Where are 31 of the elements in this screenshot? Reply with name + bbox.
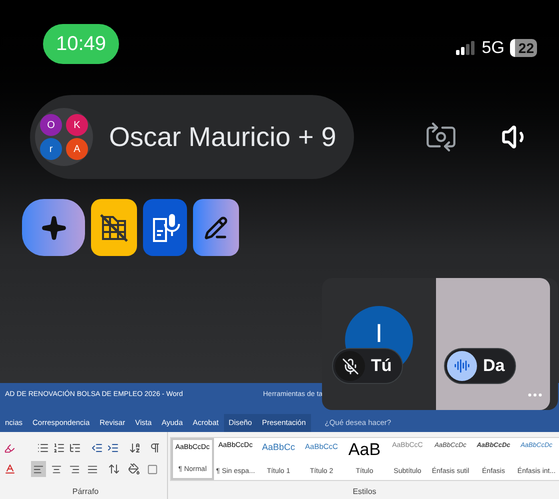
participant-avatar: r	[40, 138, 62, 160]
sort-icon[interactable]	[129, 442, 141, 454]
call-header[interactable]: O K r A Oscar Mauricio + 9	[30, 95, 354, 179]
numbered-list-icon[interactable]	[53, 442, 65, 454]
group-label: Estilos	[352, 486, 378, 498]
multilevel-list-icon[interactable]	[69, 442, 81, 454]
pencil-sparkle-app-icon[interactable]	[193, 199, 239, 256]
shading-icon[interactable]	[128, 463, 140, 475]
network-label: 5G	[482, 37, 504, 60]
group-label: Párrafo	[71, 486, 100, 498]
signal-icon	[456, 41, 476, 55]
time-pill: 10:49	[43, 24, 120, 64]
borders-icon[interactable]	[147, 464, 158, 474]
participant-avatar: O	[40, 114, 62, 136]
participant-name: Da	[483, 355, 505, 378]
participant-avatar: A	[66, 138, 88, 160]
switch-camera-icon[interactable]	[425, 121, 457, 153]
participant-avatar: K	[66, 114, 88, 136]
line-spacing-icon[interactable]	[108, 463, 120, 475]
battery-indicator: 22	[510, 39, 537, 57]
pilcrow-icon[interactable]	[149, 442, 161, 454]
participant-name: Tú	[371, 355, 392, 378]
align-button[interactable]	[31, 461, 46, 477]
decrease-indent-icon[interactable]	[91, 442, 103, 454]
font-color-icon[interactable]	[4, 463, 16, 475]
increase-indent-icon[interactable]	[107, 442, 119, 454]
sparkle-app-icon[interactable]	[22, 199, 85, 256]
highlighter-icon[interactable]	[4, 442, 15, 454]
grid-off-app-icon[interactable]	[91, 199, 137, 256]
call-title: Oscar Mauricio + 9	[109, 120, 336, 154]
document-mic-app-icon[interactable]	[143, 199, 187, 256]
